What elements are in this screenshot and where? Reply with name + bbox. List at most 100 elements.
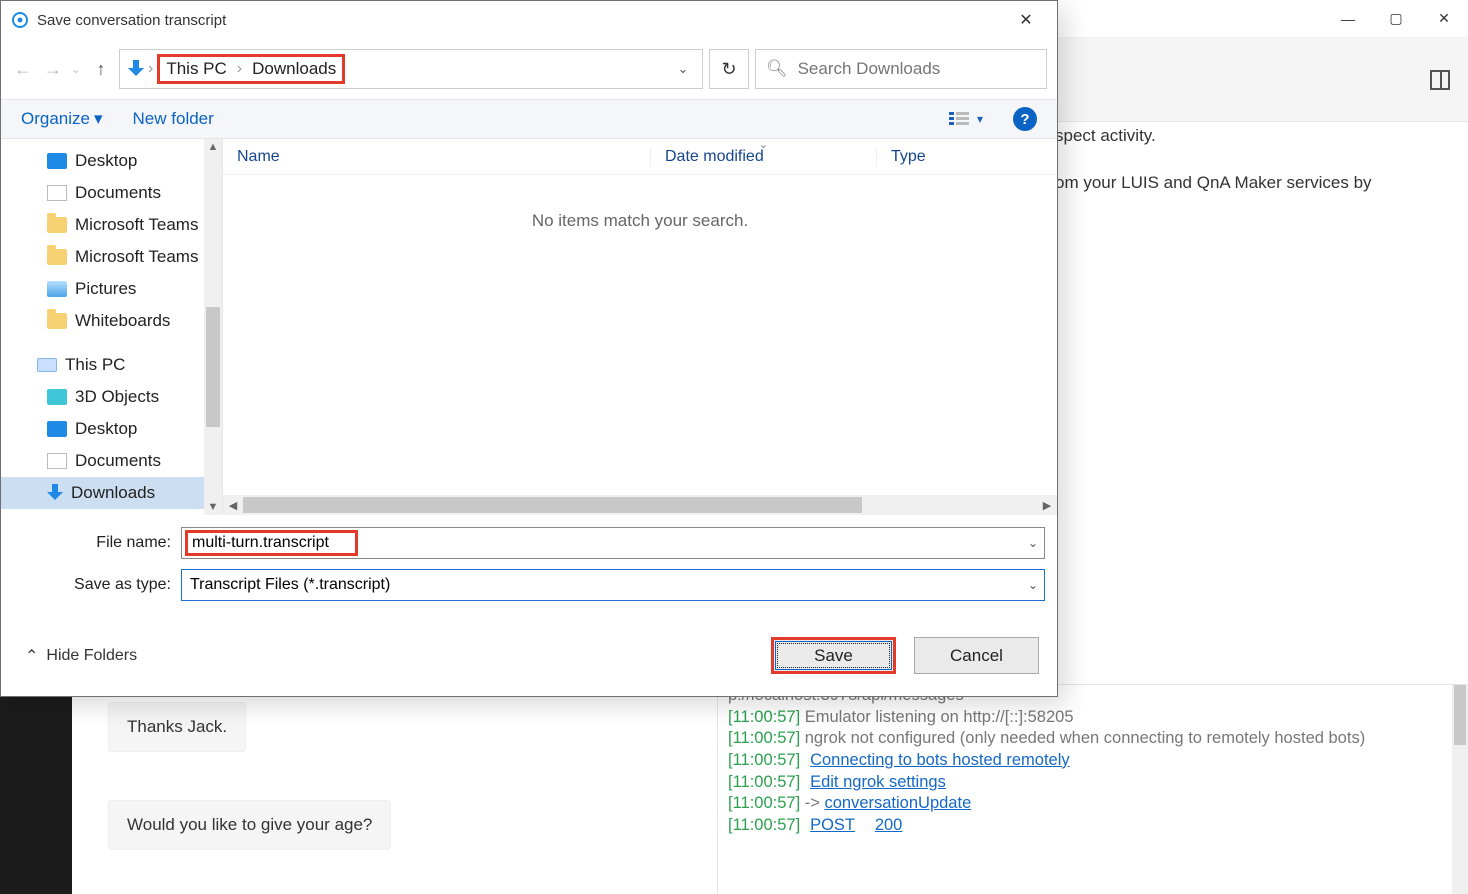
log-scrollbar[interactable]: [1452, 685, 1468, 894]
address-dropdown[interactable]: ⌄: [670, 61, 696, 77]
hscroll-thumb[interactable]: [243, 497, 862, 513]
tree-label: Downloads: [71, 483, 155, 503]
filename-row: File name: multi-turn.transcript ⌄: [13, 527, 1045, 559]
filename-highlight: multi-turn.transcript: [185, 530, 358, 556]
tree-item-3d-objects[interactable]: 3D Objects: [1, 381, 222, 413]
tree-item-this-pc[interactable]: This PC: [1, 349, 222, 381]
maximize-button[interactable]: ▢: [1372, 0, 1420, 38]
log-link-200[interactable]: 200: [875, 816, 903, 834]
breadcrumb-downloads[interactable]: Downloads: [252, 59, 336, 79]
filetype-select[interactable]: Transcript Files (*.transcript) ⌄: [181, 569, 1045, 601]
this-pc-icon: [37, 358, 57, 372]
tree-item-documents[interactable]: Documents: [1, 177, 222, 209]
view-mode-control[interactable]: ▾: [949, 110, 983, 128]
desktop-icon: [47, 421, 67, 437]
tree-item-pictures[interactable]: Pictures: [1, 273, 222, 305]
address-bar[interactable]: › This PC › Downloads ⌄: [119, 49, 703, 89]
hide-folders-toggle[interactable]: ⌃ Hide Folders: [19, 646, 753, 666]
log-ts-5: [11:00:57]: [728, 794, 800, 812]
dialog-main: Desktop Documents Microsoft Teams Micros…: [1, 139, 1057, 515]
layout-toggle-icon[interactable]: [1430, 70, 1450, 90]
refresh-button[interactable]: ↻: [709, 49, 749, 89]
documents-icon: [47, 453, 67, 469]
folder-tree[interactable]: Desktop Documents Microsoft Teams Micros…: [1, 139, 223, 515]
help-button[interactable]: ?: [1013, 107, 1037, 131]
tree-label: This PC: [65, 355, 125, 375]
chat-bubble-1: Thanks Jack.: [108, 702, 246, 752]
log-link-post[interactable]: POST: [810, 816, 855, 834]
cancel-button[interactable]: Cancel: [914, 637, 1039, 674]
tree-item-documents-2[interactable]: Documents: [1, 445, 222, 477]
downloads-icon: [128, 60, 144, 78]
col-name[interactable]: Name: [223, 148, 651, 166]
search-icon: 🔍︎: [766, 59, 788, 79]
log-scroll-thumb[interactable]: [1454, 685, 1466, 745]
tree-item-downloads[interactable]: Downloads: [1, 477, 222, 509]
file-columns: Name ⌄Date modified Type: [223, 139, 1057, 175]
dialog-close-button[interactable]: ✕: [1003, 1, 1049, 39]
tree-item-desktop[interactable]: Desktop: [1, 145, 222, 177]
log-ts-4: [11:00:57]: [728, 773, 800, 791]
breadcrumb-sep-1: ›: [237, 60, 242, 78]
breadcrumb-this-pc[interactable]: This PC: [166, 59, 226, 79]
filename-dropdown-icon[interactable]: ⌄: [1028, 536, 1038, 550]
folder-icon: [47, 249, 67, 265]
log-ts-6: [11:00:57]: [728, 816, 800, 834]
log-ts-3: [11:00:57]: [728, 751, 800, 769]
log-link-ngrok[interactable]: Edit ngrok settings: [810, 773, 946, 791]
log-link-remote[interactable]: Connecting to bots hosted remotely: [810, 751, 1070, 769]
tree-item-whiteboards[interactable]: Whiteboards: [1, 305, 222, 337]
intro-line-2: om your LUIS and QnA Maker services by: [1055, 169, 1448, 198]
files-hscrollbar[interactable]: ◀ ▶: [223, 495, 1057, 515]
nav-back-button[interactable]: ←: [11, 57, 35, 81]
nav-up-button[interactable]: ↑: [89, 57, 113, 81]
close-button[interactable]: ✕: [1420, 0, 1468, 38]
col-date[interactable]: ⌄Date modified: [651, 148, 877, 166]
log-text-listening: Emulator listening on http://[::]:58205: [800, 708, 1073, 726]
log-ts-2: [11:00:57]: [728, 729, 800, 747]
tree-label: Microsoft Teams: [75, 247, 198, 267]
tree-item-msteams-2[interactable]: Microsoft Teams: [1, 241, 222, 273]
dialog-nav-row: ← → ⌄ ↑ › This PC › Downloads ⌄ ↻ 🔍︎: [1, 39, 1057, 99]
save-dialog: Save conversation transcript ✕ ← → ⌄ ↑ ›…: [0, 0, 1058, 697]
tree-label: Desktop: [75, 419, 137, 439]
save-button[interactable]: Save: [771, 637, 896, 674]
scroll-right-icon[interactable]: ▶: [1037, 499, 1057, 512]
intro-line-1: spect activity.: [1055, 122, 1448, 151]
log-link-convupdate[interactable]: conversationUpdate: [824, 794, 971, 812]
breadcrumb-sep-0: ›: [148, 60, 153, 78]
nav-recent-dropdown[interactable]: ⌄: [71, 63, 83, 76]
log-panel: p://localhost:3978/api/messages [11:00:5…: [728, 685, 1384, 894]
col-type[interactable]: Type: [877, 148, 1057, 166]
scroll-left-icon[interactable]: ◀: [223, 499, 243, 512]
tree-scroll-thumb[interactable]: [206, 307, 220, 427]
organize-menu[interactable]: Organize ▾: [21, 109, 103, 129]
app-icon: [9, 9, 31, 31]
tree-scrollbar[interactable]: ▲ ▼: [204, 139, 222, 515]
tree-item-desktop-2[interactable]: Desktop: [1, 413, 222, 445]
filetype-label: Save as type:: [13, 576, 181, 594]
search-input[interactable]: 🔍︎: [755, 49, 1047, 89]
scroll-up-icon[interactable]: ▲: [206, 139, 221, 155]
filename-value: multi-turn.transcript: [192, 534, 329, 552]
scroll-down-icon[interactable]: ▼: [206, 499, 221, 515]
tree-item-msteams-1[interactable]: Microsoft Teams: [1, 209, 222, 241]
organize-label: Organize: [21, 109, 90, 129]
filetype-dropdown-icon[interactable]: ⌄: [1028, 578, 1038, 592]
tree-label: Whiteboards: [75, 311, 170, 331]
filename-input[interactable]: multi-turn.transcript ⌄: [181, 527, 1045, 559]
nav-forward-button[interactable]: →: [41, 57, 65, 81]
pictures-icon: [47, 281, 67, 297]
view-dropdown-caret[interactable]: ▾: [977, 112, 983, 126]
dialog-toolbar: Organize ▾ New folder ▾ ?: [1, 99, 1057, 139]
filetype-row: Save as type: Transcript Files (*.transc…: [13, 569, 1045, 601]
dialog-fields: File name: multi-turn.transcript ⌄ Save …: [1, 515, 1057, 615]
search-field[interactable]: [798, 59, 1036, 79]
folder-icon: [47, 313, 67, 329]
new-folder-button[interactable]: New folder: [133, 109, 214, 129]
tree-label: Microsoft Teams: [75, 215, 198, 235]
minimize-button[interactable]: —: [1324, 0, 1372, 38]
tree-label: Desktop: [75, 151, 137, 171]
tree-label: 3D Objects: [75, 387, 159, 407]
save-button-label: Save: [814, 646, 853, 666]
